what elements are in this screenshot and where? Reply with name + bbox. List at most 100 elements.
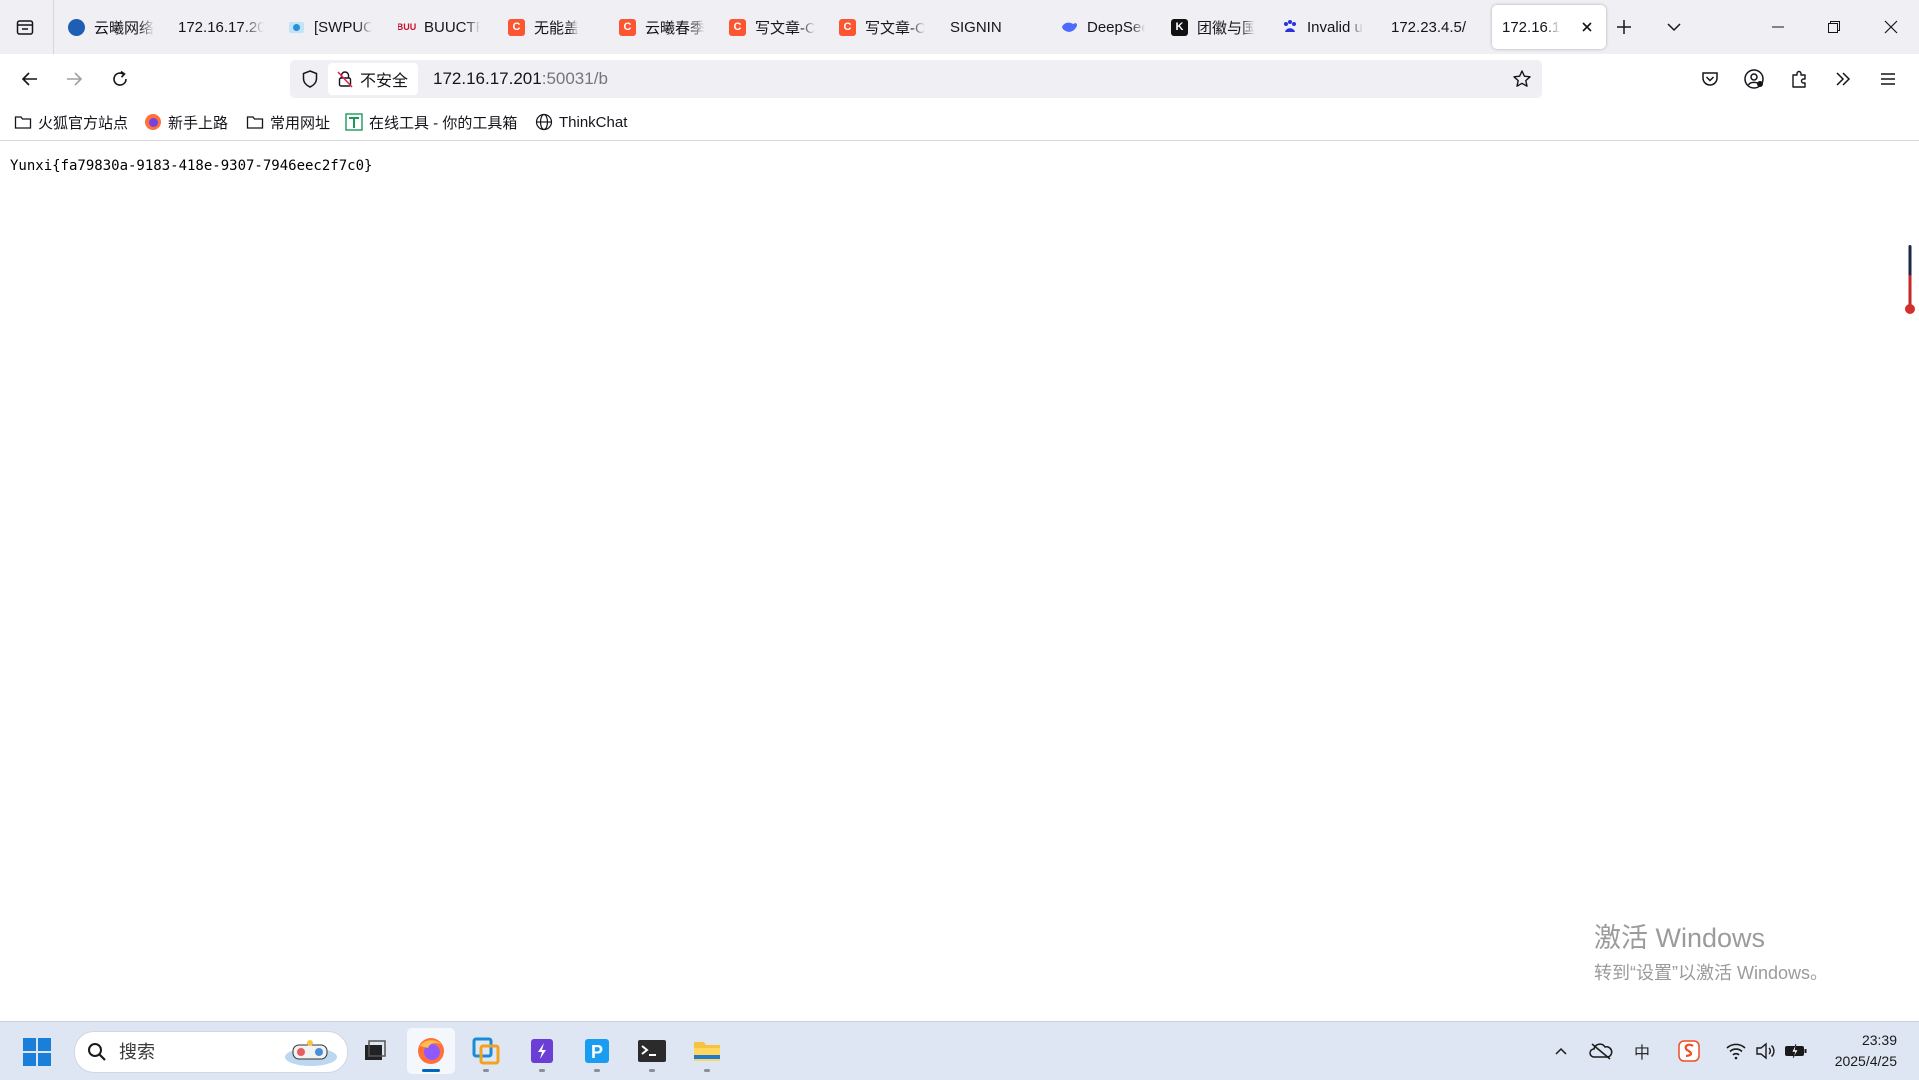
k-icon: K: [1171, 18, 1188, 36]
clock-date: 2025/4/25: [1834, 1053, 1897, 1069]
list-all-tabs-button[interactable]: [10, 12, 40, 42]
bookmark-star-button[interactable]: [1512, 69, 1532, 89]
shield-icon: [302, 70, 318, 88]
tray-onedrive[interactable]: [1588, 1038, 1614, 1064]
tab-label: 写文章-CSDN: [755, 19, 815, 37]
tab-csdn-2[interactable]: C 云曦春季: [619, 5, 705, 49]
app-menu-button[interactable]: [1874, 65, 1902, 93]
svg-text:P: P: [591, 1042, 603, 1062]
start-button[interactable]: [22, 1037, 52, 1067]
pycharm-icon: P: [585, 1039, 609, 1063]
pocket-icon: [1702, 72, 1718, 86]
bookmarks-toolbar: 火狐官方站点 新手上路 常用网址 在线工具 - 你的工具箱 ThinkChat: [0, 104, 1919, 141]
taskbar-vmware[interactable]: [462, 1028, 510, 1074]
taskbar-visual-studio[interactable]: [518, 1028, 566, 1074]
taskbar-clock[interactable]: 23:39 2025/4/25: [1835, 1030, 1897, 1072]
search-icon: [88, 1043, 106, 1061]
tray-volume[interactable]: [1753, 1038, 1779, 1064]
page-content: Yunxi{fa79830a-9183-418e-9307-7946eec2f7…: [0, 141, 1919, 1021]
close-window-button[interactable]: [1863, 0, 1919, 54]
tab-label: 写文章-CSDN: [865, 19, 925, 37]
tab-csdn-4[interactable]: C 写文章-CSDN: [839, 5, 925, 49]
firefox-icon: [144, 113, 162, 131]
tracking-protection-button[interactable]: [300, 69, 320, 89]
bookmark-label: ThinkChat: [559, 113, 628, 131]
new-tab-button[interactable]: [1609, 12, 1639, 42]
tab-ip-23[interactable]: 172.23.4.5/: [1391, 5, 1479, 49]
tray-wifi[interactable]: [1723, 1038, 1749, 1064]
plus-icon: [1617, 20, 1631, 34]
running-indicator: [704, 1069, 710, 1072]
close-icon: [1582, 22, 1592, 32]
bookmark-thinkchat[interactable]: ThinkChat: [535, 111, 627, 133]
baidu-icon: [1281, 19, 1298, 36]
running-indicator: [539, 1069, 545, 1072]
overflow-menu-button[interactable]: [1829, 65, 1857, 93]
back-button[interactable]: [14, 63, 46, 95]
tray-ime[interactable]: 中: [1629, 1038, 1655, 1064]
tab-label: 团徽与国: [1197, 19, 1255, 37]
cloud-off-icon: [1589, 1043, 1613, 1060]
tab-list-icon: [16, 20, 34, 35]
tab-label: 云曦网络: [94, 19, 155, 37]
star-icon: [1513, 70, 1531, 87]
bookmark-online-tools[interactable]: 在线工具 - 你的工具箱: [345, 111, 517, 133]
tray-battery[interactable]: [1783, 1038, 1809, 1064]
scroll-indicator[interactable]: [1905, 245, 1915, 315]
tab-ip-201[interactable]: 172.16.17.201: [178, 5, 264, 49]
tab-label: 无能盖: [534, 19, 580, 37]
site-security-button[interactable]: 不安全: [328, 63, 419, 95]
tab-strip-divider: [53, 0, 54, 54]
tab-csdn-1[interactable]: C 无能盖: [508, 5, 592, 49]
csdn-icon: C: [619, 18, 636, 36]
url-bar[interactable]: 不安全 172.16.17.201:50031/b: [290, 60, 1542, 98]
tab-k[interactable]: K 团徽与国: [1171, 5, 1255, 49]
extensions-button[interactable]: [1785, 65, 1813, 93]
tab-overflow-button[interactable]: [1659, 12, 1689, 42]
bookmark-folder-firefox[interactable]: 火狐官方站点: [14, 111, 128, 133]
close-tab-button[interactable]: [1578, 18, 1596, 36]
tab-csdn-3[interactable]: C 写文章-CSDN: [729, 5, 815, 49]
restore-button[interactable]: [1806, 0, 1862, 54]
clock-time: 23:39: [1861, 1032, 1897, 1048]
tab-yunxi[interactable]: 云曦网络: [68, 5, 158, 49]
csdn-icon: C: [839, 18, 856, 36]
taskbar-search[interactable]: 搜索: [74, 1031, 348, 1073]
windows-activation-watermark: 激活 Windows 转到“设置”以激活 Windows。: [1594, 916, 1828, 985]
tab-label: 云曦春季: [645, 19, 705, 37]
bookmark-folder-common[interactable]: 常用网址: [246, 111, 330, 133]
account-button[interactable]: [1740, 65, 1768, 93]
buu-icon: BUU: [398, 22, 417, 32]
taskbar-file-explorer[interactable]: [683, 1028, 731, 1074]
search-placeholder: 搜索: [119, 1042, 155, 1062]
taskbar-pycharm[interactable]: P: [573, 1028, 621, 1074]
taskbar-task-view[interactable]: [351, 1028, 399, 1074]
tab-active[interactable]: 172.16.17.201:50031/b: [1492, 5, 1606, 49]
tab-invalid[interactable]: Invalid u: [1281, 5, 1365, 49]
taskbar-firefox[interactable]: [407, 1028, 455, 1074]
forward-button[interactable]: [58, 63, 90, 95]
url-rest: :50031/b: [541, 69, 608, 88]
battery-charging-icon: [1785, 1043, 1807, 1059]
insecure-lock-icon: [337, 71, 353, 88]
tools-icon: [345, 113, 363, 131]
tab-deepseek[interactable]: DeepSeek: [1061, 5, 1145, 49]
tab-label: 172.16.17.201: [178, 18, 264, 36]
windows-taskbar: 搜索 P 中 23:39 2025/4/25: [0, 1021, 1919, 1080]
tab-buuctf[interactable]: BUU BUUCTF: [398, 5, 480, 49]
show-hidden-icons-button[interactable]: [1548, 1038, 1574, 1064]
tab-strip: 云曦网络 172.16.17.201 [SWPUCTF BUU BUUCTF C…: [0, 0, 1919, 54]
firefox-icon: [418, 1038, 444, 1064]
taskbar-terminal[interactable]: [628, 1028, 676, 1074]
bookmark-getting-started[interactable]: 新手上路: [144, 111, 228, 133]
url-text[interactable]: 172.16.17.201:50031/b: [433, 60, 608, 98]
tray-sogou[interactable]: [1676, 1038, 1702, 1064]
minimize-button[interactable]: [1750, 0, 1806, 54]
reload-button[interactable]: [104, 63, 136, 95]
pocket-button[interactable]: [1696, 65, 1724, 93]
tab-signin[interactable]: SIGNIN: [950, 5, 1034, 49]
yunxi-icon: [68, 18, 85, 36]
deepseek-icon: [1061, 19, 1078, 36]
minimize-icon: [1772, 26, 1784, 28]
tab-swpuctf[interactable]: [SWPUCTF: [288, 5, 372, 49]
